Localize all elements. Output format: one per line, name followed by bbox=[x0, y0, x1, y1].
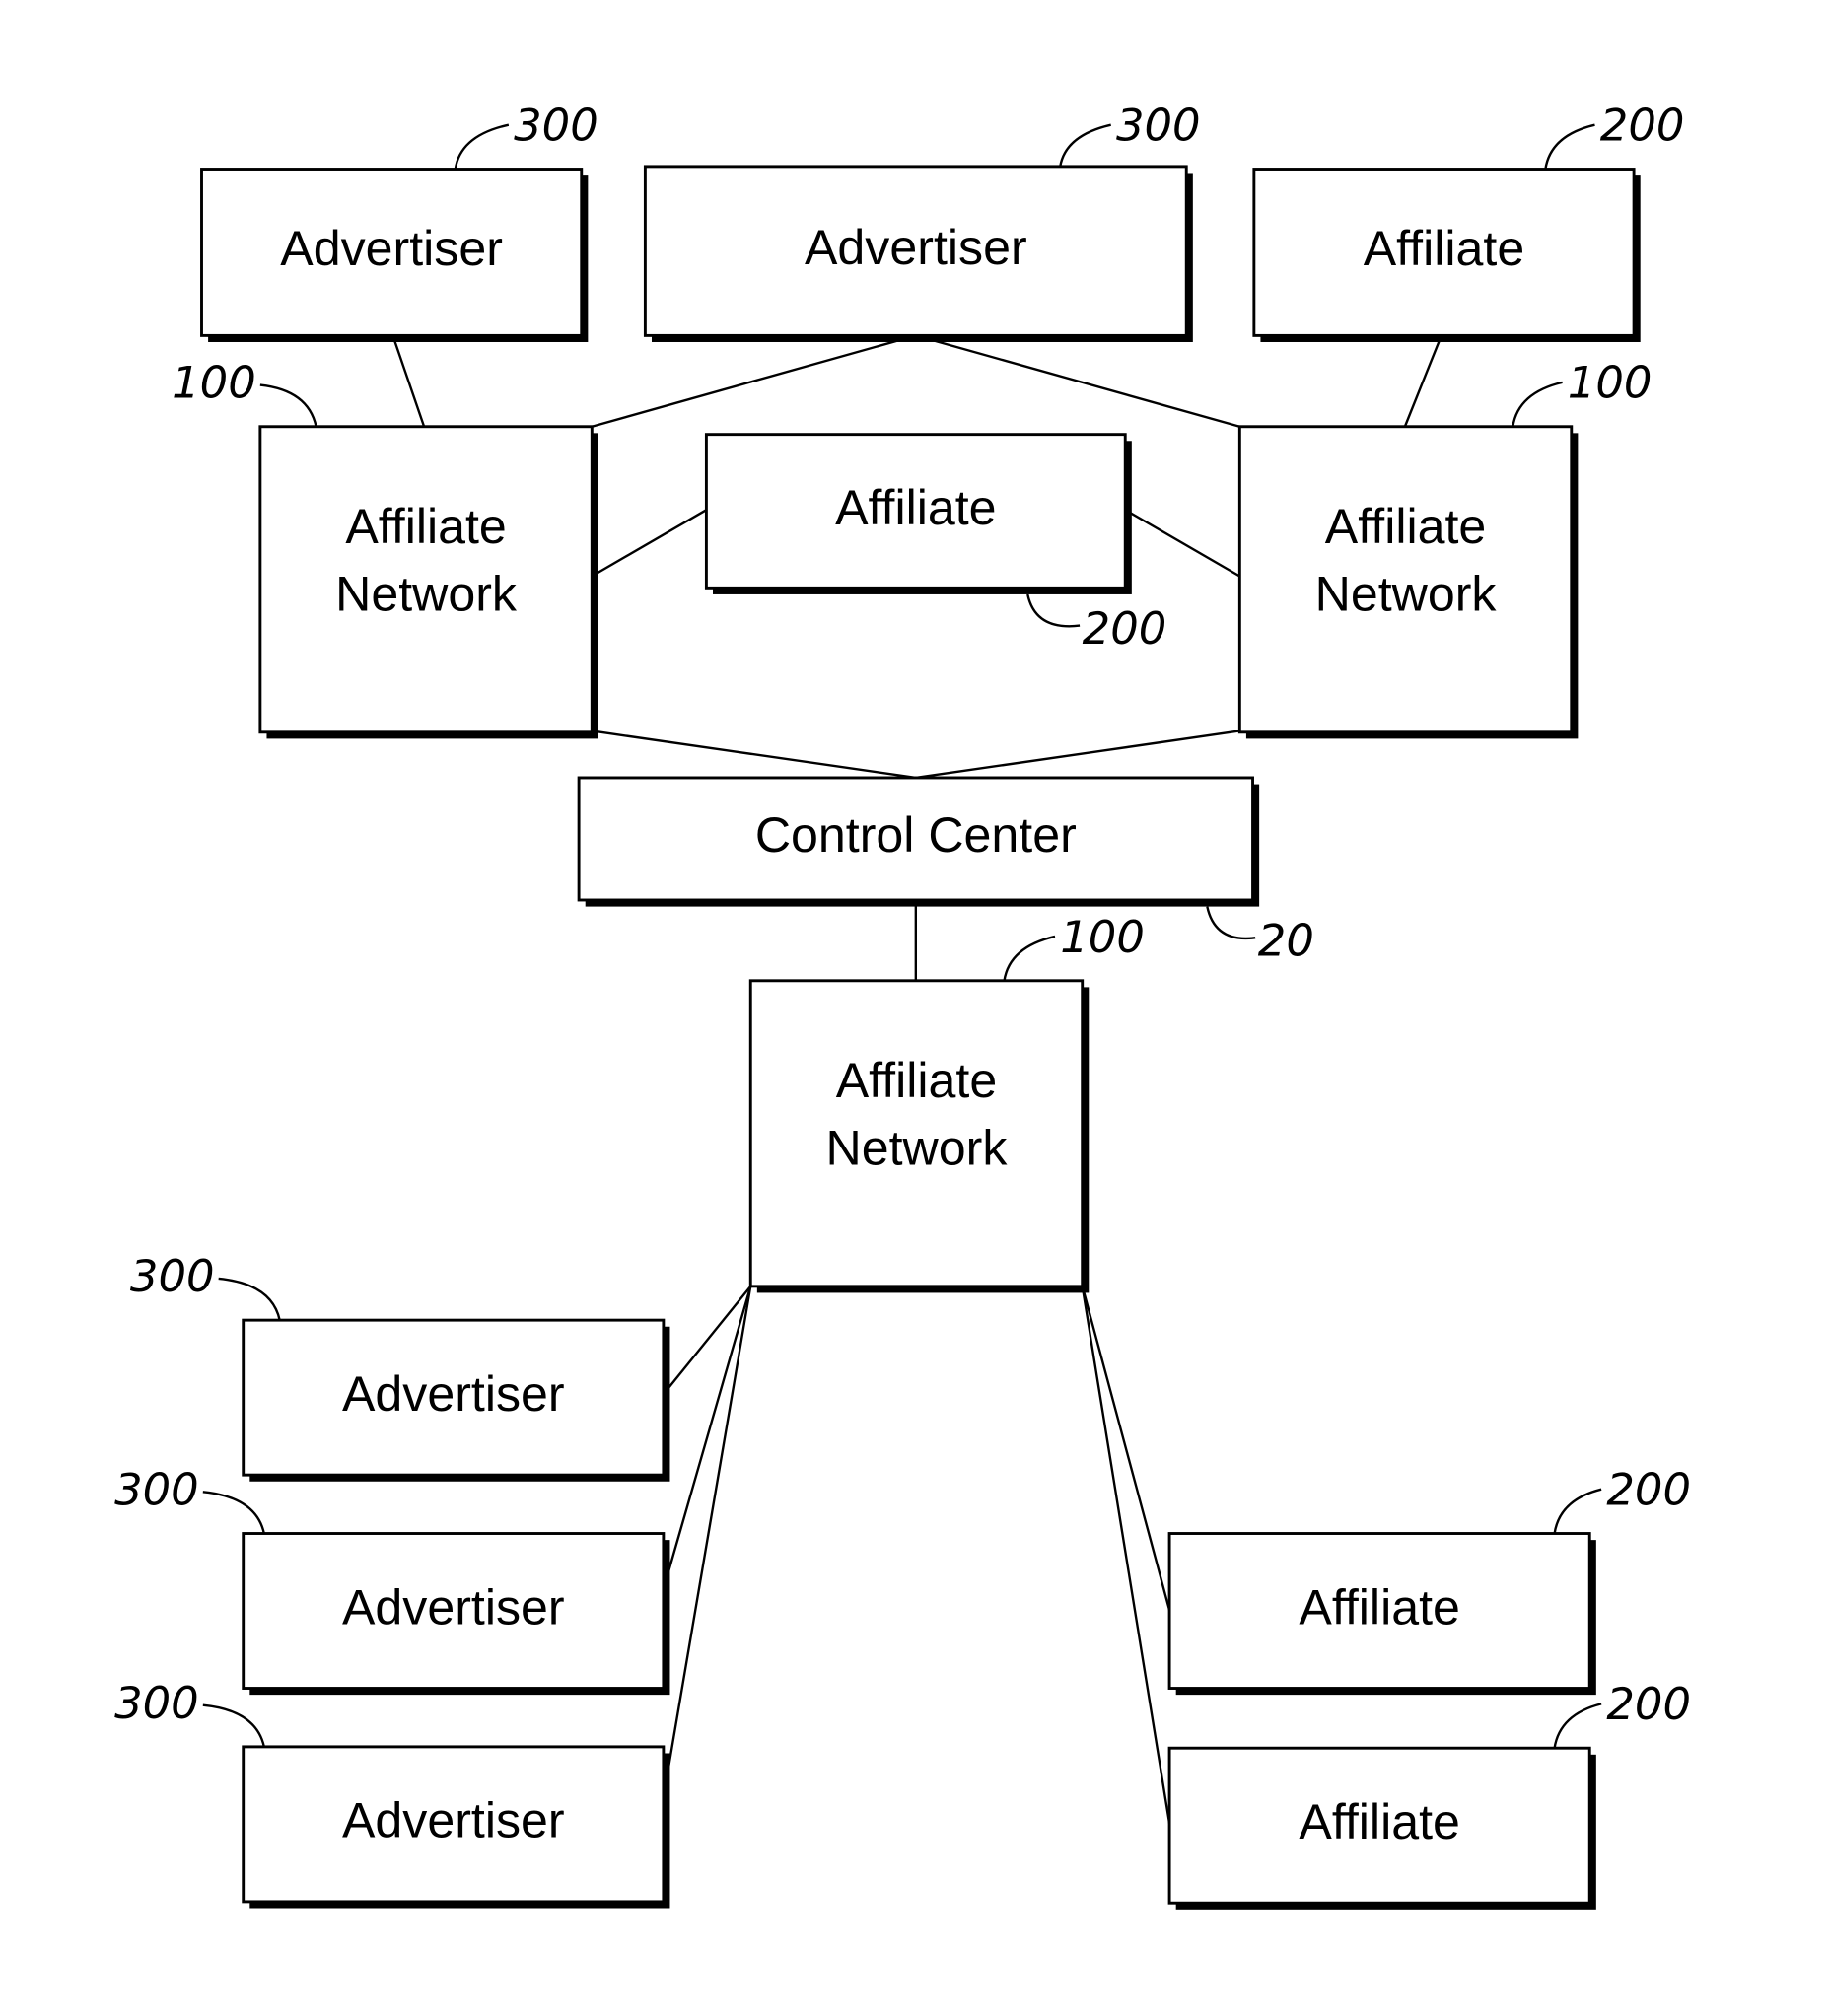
reference-leader-line bbox=[1059, 123, 1111, 168]
reference-leader-line bbox=[1026, 593, 1081, 628]
edge-an_right-to-control_center bbox=[915, 730, 1240, 780]
node-adv-top-mid: Advertiser bbox=[643, 165, 1193, 342]
affiliate-network-diagram: 300 300 200 100 200 100 20 100 300 300 300 200 200 A… bbox=[114, 99, 1691, 1910]
reference-leader-line bbox=[259, 383, 317, 427]
node-label: Advertiser bbox=[342, 1366, 565, 1422]
reference-leader-line bbox=[1206, 906, 1256, 940]
edge-adv_top_left-to-an_left bbox=[391, 335, 426, 428]
reference-numeral: 100 bbox=[1568, 357, 1653, 409]
node-label: Affiliate bbox=[345, 499, 506, 554]
reference-leader-line bbox=[1512, 381, 1563, 427]
node-adv-top-left: Advertiser bbox=[200, 168, 589, 342]
reference-leader-line bbox=[1003, 935, 1056, 981]
reference-leader-line bbox=[218, 1277, 281, 1321]
reference-numeral: 300 bbox=[130, 1250, 215, 1302]
edge-an_left-to-aff_mid bbox=[591, 509, 708, 578]
node-an-right: Affiliate Network bbox=[1237, 425, 1579, 739]
node-label: Advertiser bbox=[280, 221, 503, 276]
reference-numeral: 300 bbox=[114, 1463, 199, 1515]
node-aff-mid: Affiliate bbox=[704, 433, 1132, 594]
reference-numeral: 200 bbox=[1600, 99, 1685, 151]
node-aff-bottom-2: Affiliate bbox=[1167, 1746, 1596, 1910]
edge-adv_top_mid-to-an_left bbox=[591, 334, 917, 428]
node-label: Affiliate bbox=[1364, 221, 1524, 276]
node-label: Affiliate bbox=[1299, 1579, 1459, 1634]
node-an-left: Affiliate Network bbox=[258, 425, 598, 739]
node-aff-bottom-1: Affiliate bbox=[1167, 1532, 1596, 1696]
edge-an_left-to-control_center bbox=[592, 730, 916, 780]
reference-leader-line bbox=[202, 1703, 265, 1748]
edge-adv_top_mid-to-an_right bbox=[915, 334, 1240, 428]
node-label: Affiliate bbox=[1325, 499, 1486, 554]
node-label: Network bbox=[335, 566, 518, 621]
reference-numeral: 300 bbox=[114, 1677, 199, 1729]
node-adv-bottom-3: Advertiser bbox=[242, 1745, 670, 1909]
reference-leader-line bbox=[1553, 1488, 1602, 1534]
reference-numeral: 200 bbox=[1083, 602, 1167, 655]
reference-numeral: 100 bbox=[172, 357, 256, 409]
node-an-bottom: Affiliate Network bbox=[748, 979, 1090, 1293]
node-label: Control Center bbox=[755, 807, 1077, 863]
reference-leader-line bbox=[202, 1491, 265, 1534]
node-label: Affiliate bbox=[1299, 1794, 1459, 1849]
reference-numeral: 300 bbox=[1116, 99, 1201, 151]
node-label: Network bbox=[1315, 566, 1498, 621]
node-label: Advertiser bbox=[342, 1793, 565, 1848]
reference-leader-line bbox=[1553, 1703, 1602, 1749]
reference-numeral: 200 bbox=[1606, 1678, 1691, 1730]
reference-numeral: 200 bbox=[1606, 1463, 1691, 1515]
reference-leaders: 300 300 200 100 200 100 20 100 300 300 300 200 200 bbox=[114, 99, 1691, 1749]
reference-numeral: 100 bbox=[1060, 911, 1145, 963]
edge-an_bottom-to-adv_bottom_1 bbox=[662, 1286, 752, 1396]
reference-leader-line bbox=[1544, 123, 1595, 170]
node-adv-bottom-2: Advertiser bbox=[242, 1532, 670, 1696]
node-label: Advertiser bbox=[342, 1579, 565, 1634]
reference-numeral: 20 bbox=[1258, 915, 1314, 967]
edge-aff_top_right-to-an_right bbox=[1403, 334, 1442, 428]
reference-leader-line bbox=[454, 123, 510, 170]
node-label: Network bbox=[826, 1121, 1009, 1176]
node-aff-top-right: Affiliate bbox=[1252, 168, 1641, 342]
node-control-center: Control Center bbox=[577, 776, 1260, 907]
reference-numeral: 300 bbox=[514, 99, 598, 151]
node-label: Affiliate bbox=[836, 1053, 997, 1108]
edge-an_bottom-to-aff_bottom_2 bbox=[1081, 1286, 1171, 1824]
diagram-nodes: Advertiser Advertiser Affiliate Affiliate Ne… bbox=[200, 165, 1641, 1910]
edge-aff_mid-to-an_right bbox=[1124, 509, 1240, 578]
node-label: Affiliate bbox=[835, 480, 996, 535]
node-adv-bottom-1: Advertiser bbox=[242, 1318, 670, 1482]
node-label: Advertiser bbox=[805, 220, 1027, 275]
